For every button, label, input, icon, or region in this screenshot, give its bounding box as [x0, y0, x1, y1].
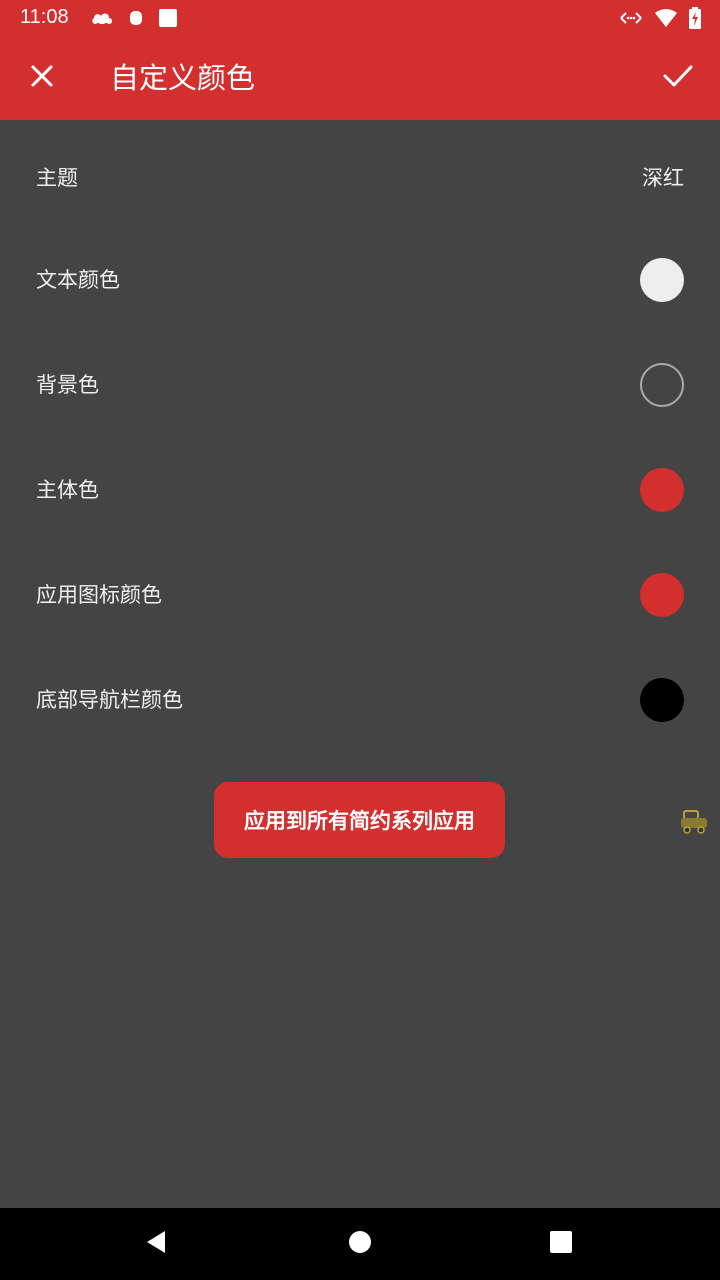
status-bar: 11:08	[0, 0, 720, 36]
apply-to-all-button[interactable]: 应用到所有简约系列应用	[214, 782, 505, 858]
close-button[interactable]	[18, 54, 66, 102]
app-icon-color-swatch[interactable]	[640, 573, 684, 617]
row-nav-bar-color[interactable]: 底部导航栏颜色	[0, 648, 720, 752]
nav-recents-button[interactable]	[541, 1224, 581, 1264]
row-label: 应用图标颜色	[36, 583, 162, 607]
home-icon	[348, 1230, 372, 1258]
check-icon	[663, 64, 693, 92]
square-icon	[158, 8, 178, 32]
back-icon	[144, 1229, 168, 1259]
row-app-icon-color[interactable]: 应用图标颜色	[0, 543, 720, 647]
nav-home-button[interactable]	[340, 1224, 380, 1264]
system-nav-bar	[0, 1208, 720, 1280]
data-arrows-icon	[618, 8, 644, 32]
row-label: 底部导航栏颜色	[36, 688, 183, 712]
close-icon	[30, 64, 54, 92]
android-icon	[128, 8, 144, 32]
row-background-color[interactable]: 背景色	[0, 333, 720, 437]
battery-charging-icon	[688, 7, 702, 33]
status-time: 11:08	[20, 6, 69, 28]
row-label: 文本颜色	[36, 268, 120, 292]
status-right-icons	[618, 7, 702, 33]
floating-car-icon[interactable]	[678, 806, 710, 838]
confirm-button[interactable]	[650, 54, 706, 102]
primary-color-swatch[interactable]	[640, 468, 684, 512]
nav-back-button[interactable]	[136, 1224, 176, 1264]
row-theme[interactable]: 主题 深红	[0, 126, 720, 230]
wifi-icon	[654, 8, 678, 32]
page-title: 自定义颜色	[110, 61, 256, 95]
screen: 11:08 自定义颜色 主题 深红 文本颜色 背景色 主体色 应用图标颜色 底部…	[0, 0, 720, 1280]
recents-icon	[549, 1230, 573, 1258]
text-color-swatch[interactable]	[640, 258, 684, 302]
nav-bar-color-swatch[interactable]	[640, 678, 684, 722]
theme-value: 深红	[642, 166, 684, 190]
background-color-swatch[interactable]	[640, 363, 684, 407]
row-label: 主题	[36, 166, 78, 190]
cloud-icon	[90, 8, 114, 32]
app-bar: 自定义颜色	[0, 36, 720, 120]
row-label: 主体色	[36, 478, 99, 502]
row-label: 背景色	[36, 373, 99, 397]
row-text-color[interactable]: 文本颜色	[0, 228, 720, 332]
status-left-icons	[90, 8, 178, 32]
row-primary-color[interactable]: 主体色	[0, 438, 720, 542]
